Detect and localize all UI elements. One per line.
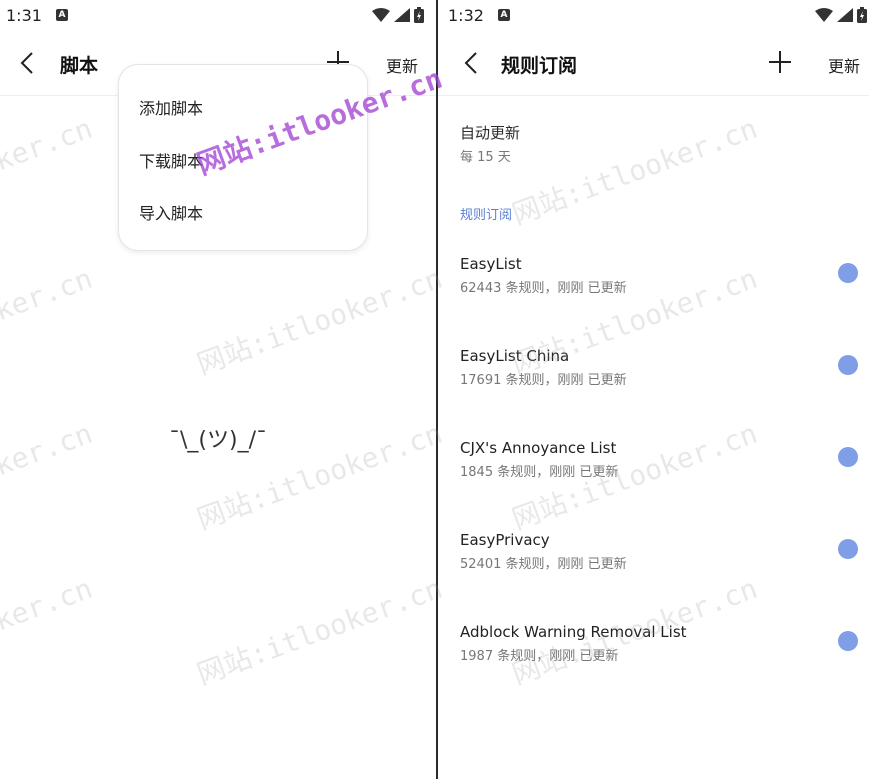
subscription-toggle[interactable] <box>838 263 858 283</box>
status-time: 1:31 <box>6 6 42 25</box>
status-icons <box>815 7 867 23</box>
auto-update-value: 每 15 天 <box>460 150 511 165</box>
wifi-icon <box>815 8 833 22</box>
section-header: 规则订阅 <box>460 208 513 223</box>
wifi-icon <box>372 8 390 22</box>
subscription-toggle[interactable] <box>838 447 858 467</box>
subscription-name: EasyList <box>460 255 522 273</box>
subscription-meta: 52401 条规则，刚刚 已更新 <box>460 557 627 572</box>
status-icons <box>372 7 424 23</box>
empty-state-text: ¯\_(ツ)_/¯ <box>169 428 267 453</box>
app-bar: 规则订阅 更新 <box>438 32 869 96</box>
subscription-name: CJX's Annoyance List <box>460 439 617 457</box>
status-bar: 1:31 A <box>0 0 436 32</box>
subscription-meta: 62443 条规则，刚刚 已更新 <box>460 281 627 296</box>
battery-icon <box>414 7 424 23</box>
signal-icon <box>394 8 410 22</box>
page-title: 脚本 <box>60 55 99 77</box>
subscription-toggle[interactable] <box>838 539 858 559</box>
notification-icon: A <box>56 9 68 21</box>
signal-icon <box>837 8 853 22</box>
page-title: 规则订阅 <box>501 55 578 77</box>
menu-item-import-script[interactable]: 导入脚本 <box>139 200 203 224</box>
add-subscription-icon[interactable] <box>768 50 792 74</box>
subscription-name: EasyList China <box>460 347 570 365</box>
update-button[interactable]: 更新 <box>386 53 418 77</box>
scripts-screen: 1:31 A 脚本 更新 ¯\_(ツ)_/¯ 添加脚本 下载脚本 导入脚本 <box>0 0 436 779</box>
subscription-toggle[interactable] <box>838 631 858 651</box>
subscription-meta: 17691 条规则，刚刚 已更新 <box>460 373 627 388</box>
add-menu-popup: 添加脚本 下载脚本 导入脚本 <box>118 64 368 251</box>
subscription-meta: 1845 条规则，刚刚 已更新 <box>460 465 619 480</box>
subscription-name: EasyPrivacy <box>460 531 550 549</box>
subscription-toggle[interactable] <box>838 355 858 375</box>
battery-icon <box>857 7 867 23</box>
status-time: 1:32 <box>448 6 484 25</box>
auto-update-label: 自动更新 <box>460 124 521 142</box>
subscription-meta: 1987 条规则，刚刚 已更新 <box>460 649 619 664</box>
subscription-name: Adblock Warning Removal List <box>460 623 687 641</box>
back-arrow-icon[interactable] <box>20 52 34 74</box>
back-arrow-icon[interactable] <box>464 52 478 74</box>
menu-item-download-script[interactable]: 下载脚本 <box>139 148 203 172</box>
notification-icon: A <box>498 9 510 21</box>
update-button[interactable]: 更新 <box>828 53 860 77</box>
menu-item-add-script[interactable]: 添加脚本 <box>139 95 203 119</box>
rule-subscriptions-screen: 1:32 A 规则订阅 更新 自动更新 每 15 天 规则订阅 EasyList… <box>438 0 869 779</box>
status-bar: 1:32 A <box>438 0 869 32</box>
